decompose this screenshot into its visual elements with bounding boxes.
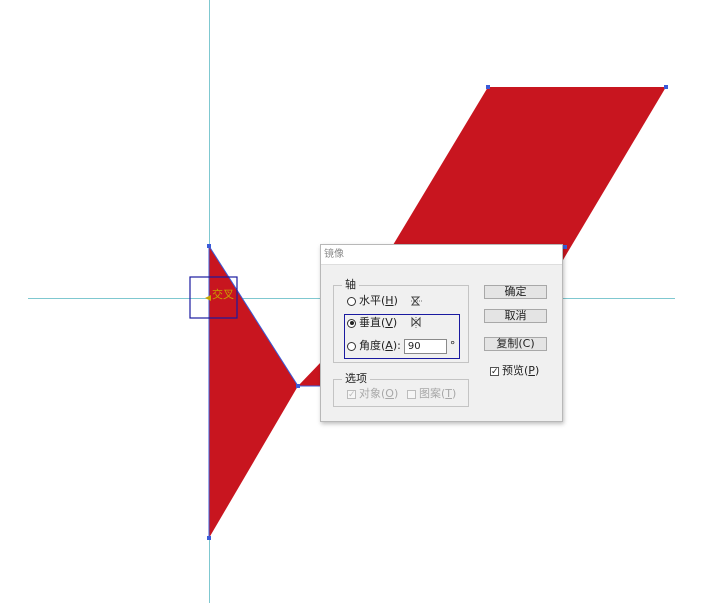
annotation-highlight-box (344, 314, 460, 359)
objects-checkbox[interactable]: ✓ 对象(O) (347, 386, 398, 402)
horizontal-axis-radio[interactable]: 水平(H) (347, 293, 424, 309)
horizontal-reflect-icon (410, 296, 423, 306)
cursor-arrow-icon (205, 295, 211, 301)
reflect-dialog: 镜像 轴 水平(H) 垂直(V) 角度(A): 90 ° 选项 ✓ 对象(… (320, 244, 563, 422)
ok-button[interactable]: 确定 (484, 285, 547, 299)
parallelogram-shape[interactable] (384, 87, 666, 260)
checkbox-icon (407, 389, 416, 399)
cursor-snap-label: 交叉 (212, 287, 234, 301)
checkbox-checked-icon: ✓ (490, 366, 499, 377)
checkbox-checked-icon: ✓ (347, 389, 356, 400)
preview-checkbox[interactable]: ✓ 预览(P) (490, 363, 539, 379)
radio-icon (347, 296, 356, 306)
dialog-title: 镜像 (321, 245, 562, 265)
copy-button[interactable]: 复制(C) (484, 337, 547, 351)
options-group-legend: 选项 (342, 372, 370, 386)
reflected-shape-tail (298, 361, 322, 386)
cancel-button[interactable]: 取消 (484, 309, 547, 323)
patterns-checkbox[interactable]: 图案(T) (407, 386, 456, 402)
axis-group-legend: 轴 (342, 278, 359, 292)
